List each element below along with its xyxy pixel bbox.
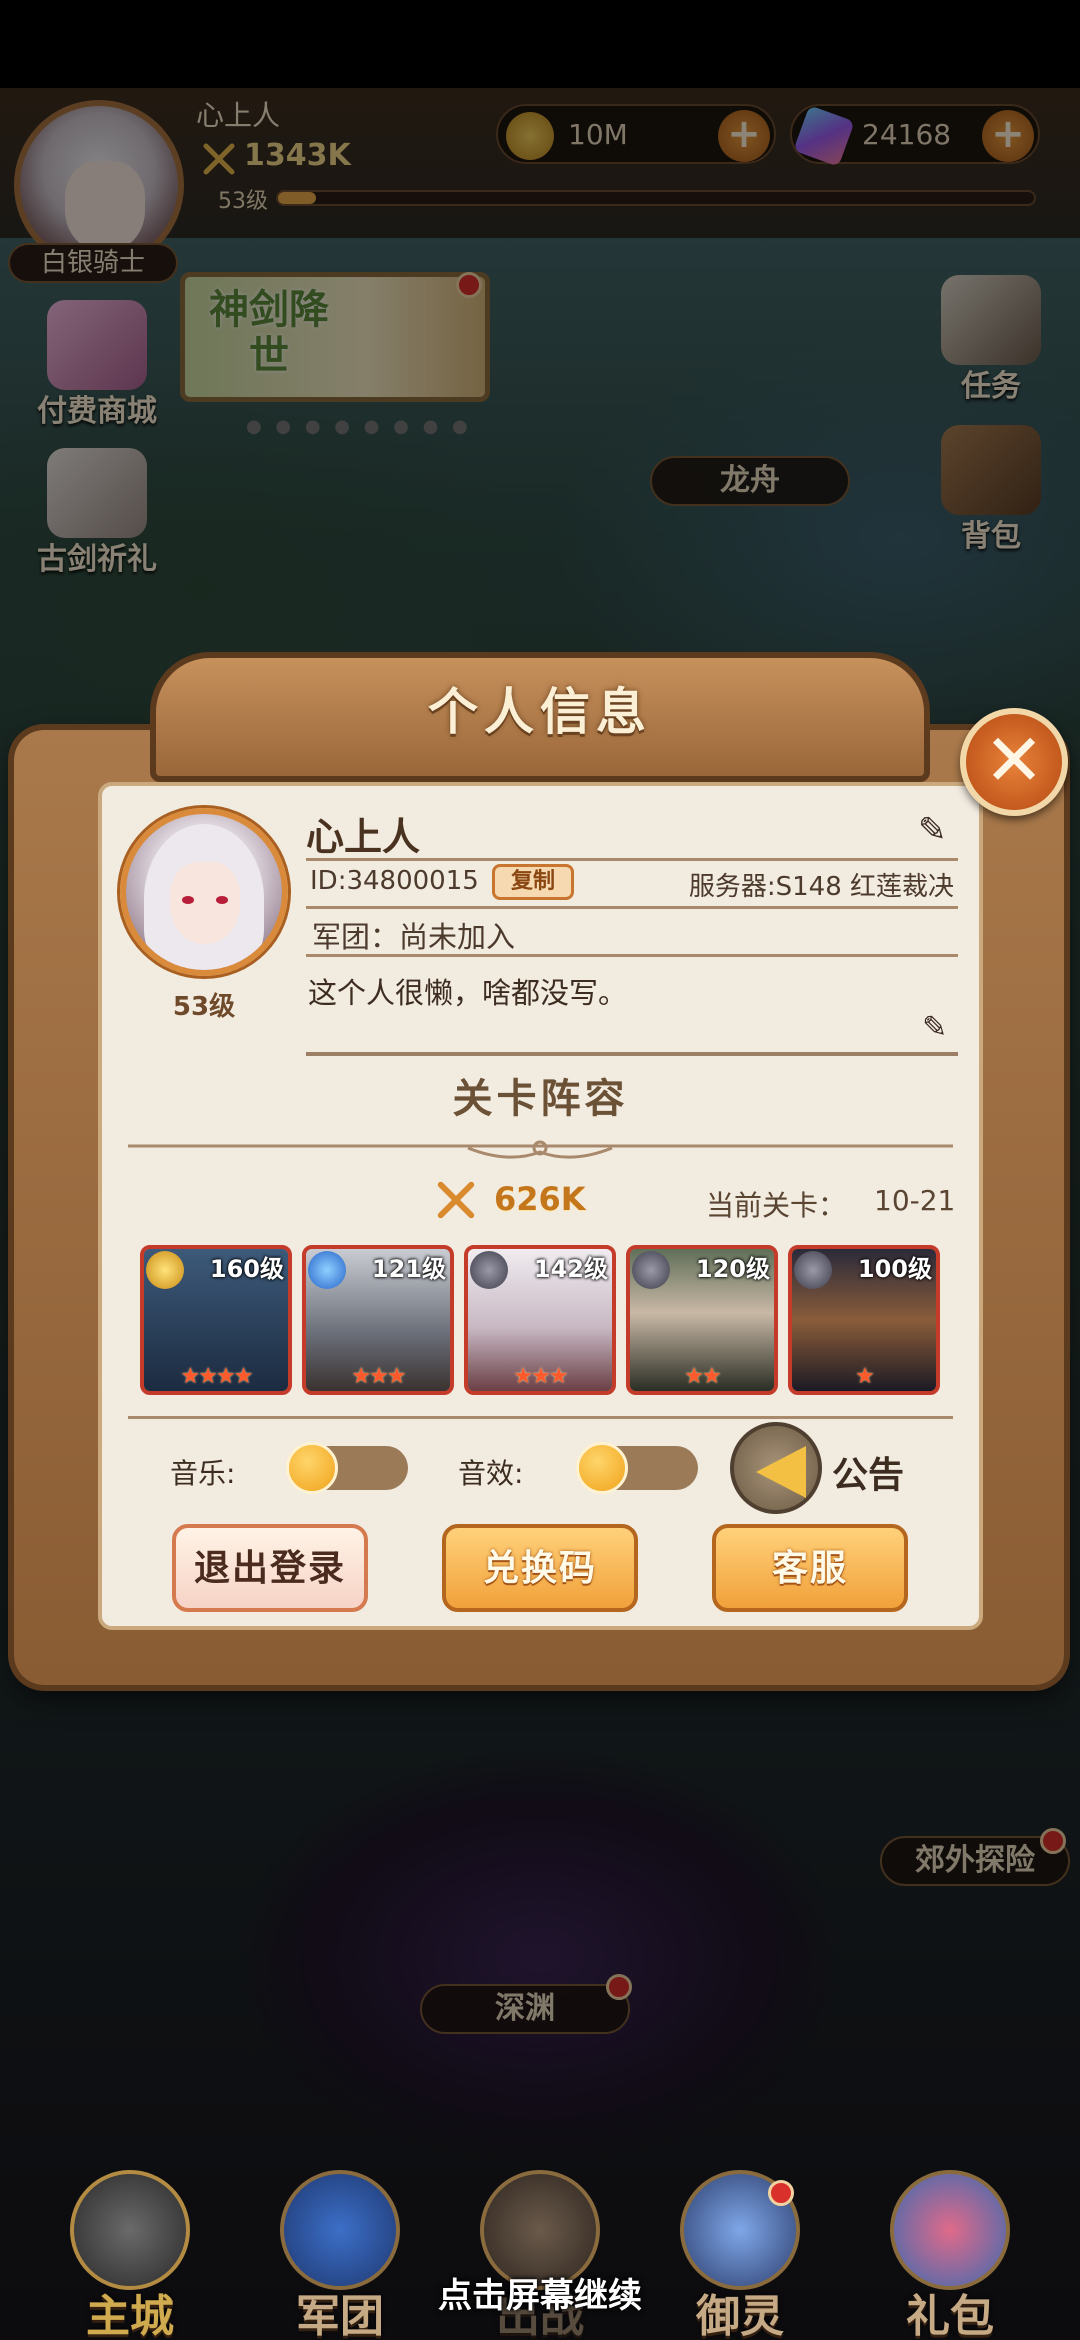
ornament-divider <box>128 1140 953 1159</box>
profile-id: ID:34800015 <box>310 866 479 896</box>
logout-button[interactable]: 退出登录 <box>172 1524 368 1612</box>
spirit-notification-dot <box>768 2180 794 2206</box>
hero-stars: ★★ <box>684 1364 721 1389</box>
hero-level: 121级 <box>371 1255 446 1283</box>
announcement-button[interactable] <box>730 1422 822 1514</box>
profile-name: 心上人 <box>306 815 421 859</box>
dark-element-icon <box>794 1251 832 1289</box>
profile-guild: 军团：尚未加入 <box>312 920 516 954</box>
divider <box>306 1052 958 1056</box>
divider <box>306 954 958 957</box>
toggle-knob <box>286 1442 338 1494</box>
profile-level: 53级 <box>172 992 236 1022</box>
redeem-code-button[interactable]: 兑换码 <box>442 1524 638 1612</box>
hero-card[interactable]: 100级 ★ <box>788 1245 940 1395</box>
profile-avatar[interactable] <box>120 808 288 976</box>
toggle-knob <box>576 1442 628 1494</box>
dark-element-icon <box>632 1251 670 1289</box>
music-toggle[interactable] <box>286 1442 408 1494</box>
profile-dialog-title: 个人信息 <box>428 683 652 741</box>
sound-effects-label: 音效: <box>458 1457 524 1490</box>
megaphone-icon <box>756 1446 806 1498</box>
divider <box>128 1416 953 1419</box>
water-element-icon <box>308 1251 346 1289</box>
hero-level: 160级 <box>209 1255 284 1283</box>
copy-id-button[interactable]: 复制 <box>492 864 574 900</box>
tap-to-continue-hint: 点击屏幕继续 <box>438 2276 642 2316</box>
crossed-swords-icon <box>437 1181 475 1219</box>
music-label: 音乐: <box>170 1457 236 1490</box>
hero-stars: ★★★★ <box>180 1364 254 1389</box>
hero-level: 100级 <box>857 1255 932 1283</box>
sound-effects-toggle[interactable] <box>576 1442 698 1494</box>
hero-stars: ★★★ <box>351 1364 406 1389</box>
hero-stars: ★ <box>855 1364 875 1389</box>
stage-lineup-title: 关卡阵容 <box>452 1076 629 1122</box>
current-stage-value: 10-21 <box>874 1184 956 1217</box>
hero-card[interactable]: 121级 ★★★ <box>302 1245 454 1395</box>
hero-level: 142级 <box>533 1255 608 1283</box>
profile-signature: 这个人很懒，啥都没写。 <box>308 976 628 1010</box>
edit-name-icon[interactable]: ✎ <box>918 810 958 850</box>
dark-element-icon <box>470 1251 508 1289</box>
sun-element-icon <box>146 1251 184 1289</box>
hero-level: 120级 <box>695 1255 770 1283</box>
announcement-label[interactable]: 公告 <box>832 1446 904 1498</box>
customer-service-button[interactable]: 客服 <box>712 1524 908 1612</box>
lineup-power: 626K <box>494 1180 586 1218</box>
divider <box>306 906 958 909</box>
hero-card[interactable]: 120级 ★★ <box>626 1245 778 1395</box>
hero-card[interactable]: 160级 ★★★★ <box>140 1245 292 1395</box>
hero-card[interactable]: 142级 ★★★ <box>464 1245 616 1395</box>
current-stage-label: 当前关卡： <box>706 1189 847 1222</box>
hero-stars: ★★★ <box>513 1364 568 1389</box>
profile-server: 服务器:S148 红莲裁决 <box>688 872 954 902</box>
edit-signature-icon[interactable]: ✎ <box>922 1010 947 1045</box>
divider <box>306 858 958 861</box>
close-button[interactable]: ✕ <box>960 708 1068 816</box>
